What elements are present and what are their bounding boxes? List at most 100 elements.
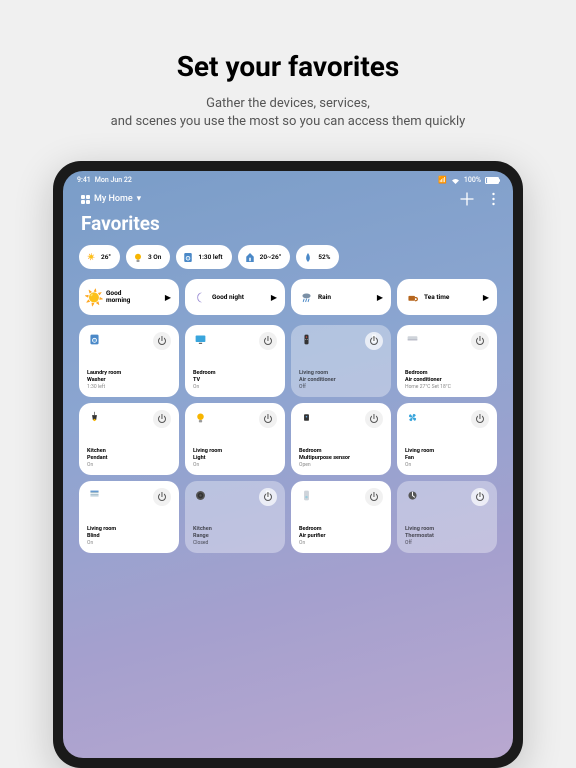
play-icon[interactable]: ▶ <box>377 293 383 302</box>
play-icon[interactable]: ▶ <box>165 293 171 302</box>
device-card[interactable]: Living room Blind On <box>79 481 179 553</box>
device-location: Bedroom <box>299 448 383 455</box>
device-name: Thermostat <box>405 533 489 540</box>
device-name: Washer <box>87 377 171 384</box>
power-icon <box>158 337 166 345</box>
status-pill[interactable]: ☀️ 26° <box>79 245 120 269</box>
scene-label: Tea time <box>424 294 483 301</box>
scene-card[interactable]: Good night▶ <box>185 279 285 315</box>
device-status: Off <box>405 540 489 546</box>
device-location: Living room <box>193 448 277 455</box>
home-selector[interactable]: My Home ▾ <box>81 194 141 204</box>
battery-icon <box>485 177 499 184</box>
device-name: Air conditioner <box>405 377 489 384</box>
device-card[interactable]: Bedroom Air conditioner Home 27°C Set 18… <box>397 325 497 397</box>
device-status: On <box>299 540 383 546</box>
device-card[interactable]: Bedroom Multipurpose sensor Open <box>291 403 391 475</box>
tablet-frame: 9:41 Mon Jun 22 📶 100% My Home ▾ <box>53 161 523 768</box>
device-status: On <box>193 462 277 468</box>
device-location: Bedroom <box>193 370 277 377</box>
device-location: Laundry room <box>87 370 171 377</box>
power-button[interactable] <box>153 332 171 350</box>
device-location: Bedroom <box>299 526 383 533</box>
wifi-icon <box>451 177 460 184</box>
device-status: 1:30 left <box>87 384 171 390</box>
washer-icon <box>87 332 102 347</box>
play-icon[interactable]: ▶ <box>271 293 277 302</box>
page-title: Favorites <box>63 210 513 245</box>
status-pill[interactable]: 52% <box>296 245 339 269</box>
scene-card[interactable]: Rain▶ <box>291 279 391 315</box>
device-name: Multipurpose sensor <box>299 455 383 462</box>
device-card[interactable]: Bedroom Air purifier On <box>291 481 391 553</box>
power-button[interactable] <box>365 410 383 428</box>
purifier-icon <box>299 488 314 503</box>
device-name: Blind <box>87 533 171 540</box>
power-button[interactable] <box>259 410 277 428</box>
power-icon <box>264 493 272 501</box>
bulb-icon <box>132 251 144 263</box>
humidity-icon <box>302 251 314 263</box>
sensor-icon <box>299 410 314 425</box>
power-button[interactable] <box>365 488 383 506</box>
chevron-down-icon: ▾ <box>137 194 142 204</box>
sun-icon: ☀️ <box>87 290 101 304</box>
more-icon[interactable] <box>492 192 495 206</box>
power-icon <box>370 415 378 423</box>
marketing-subtitle: Gather the devices, services, and scenes… <box>111 95 466 131</box>
power-button[interactable] <box>471 332 489 350</box>
power-button[interactable] <box>153 410 171 428</box>
device-location: Living room <box>405 526 489 533</box>
device-card[interactable]: Living room Thermostat Off <box>397 481 497 553</box>
tablet-screen: 9:41 Mon Jun 22 📶 100% My Home ▾ <box>63 171 513 758</box>
device-status: Home 27°C Set 18°C <box>405 384 489 390</box>
device-card[interactable]: Living room Fan On <box>397 403 497 475</box>
status-pill[interactable]: 20~26° <box>238 245 291 269</box>
status-pill[interactable]: 1:30 left <box>176 245 231 269</box>
scene-card[interactable]: ☀️Goodmorning▶ <box>79 279 179 315</box>
power-button[interactable] <box>471 488 489 506</box>
pill-label: 20~26° <box>260 253 282 261</box>
fan-icon <box>405 410 420 425</box>
device-status: On <box>87 462 171 468</box>
status-pill[interactable]: 3 On <box>126 245 170 269</box>
power-button[interactable] <box>471 410 489 428</box>
power-button[interactable] <box>153 488 171 506</box>
device-location: Kitchen <box>87 448 171 455</box>
device-card[interactable]: Kitchen Range Closed <box>185 481 285 553</box>
power-button[interactable] <box>259 332 277 350</box>
device-card[interactable]: Living room Air conditioner Off <box>291 325 391 397</box>
header: My Home ▾ <box>63 186 513 210</box>
power-icon <box>370 337 378 345</box>
signal-icon: 📶 <box>438 176 447 184</box>
device-location: Bedroom <box>405 370 489 377</box>
scene-card[interactable]: Tea time▶ <box>397 279 497 315</box>
pill-label: 3 On <box>148 253 161 261</box>
pill-label: 52% <box>318 253 330 261</box>
add-button[interactable] <box>460 192 474 206</box>
status-pill-row: ☀️ 26° 3 On 1:30 left 20~26° 52% <box>79 245 497 269</box>
scene-row: ☀️Goodmorning▶Good night▶Rain▶Tea time▶ <box>79 279 497 315</box>
pill-label: 26° <box>101 253 111 261</box>
device-card[interactable]: Kitchen Pendant On <box>79 403 179 475</box>
device-location: Living room <box>87 526 171 533</box>
power-icon <box>158 415 166 423</box>
power-button[interactable] <box>259 488 277 506</box>
play-icon[interactable]: ▶ <box>483 293 489 302</box>
device-name: Fan <box>405 455 489 462</box>
status-time: 9:41 <box>77 176 91 184</box>
device-name: Air conditioner <box>299 377 383 384</box>
device-card[interactable]: Laundry room Washer 1:30 left <box>79 325 179 397</box>
device-card[interactable]: Living room Light On <box>185 403 285 475</box>
power-button[interactable] <box>365 332 383 350</box>
device-name: TV <box>193 377 277 384</box>
device-location: Living room <box>299 370 383 377</box>
range-icon <box>193 488 208 503</box>
device-status: On <box>405 462 489 468</box>
device-name: Pendant <box>87 455 171 462</box>
device-card[interactable]: Bedroom TV On <box>185 325 285 397</box>
sun-icon: ☀️ <box>85 251 97 263</box>
device-name: Range <box>193 533 277 540</box>
status-date: Mon Jun 22 <box>95 176 132 184</box>
scene-label: Rain <box>318 294 377 301</box>
